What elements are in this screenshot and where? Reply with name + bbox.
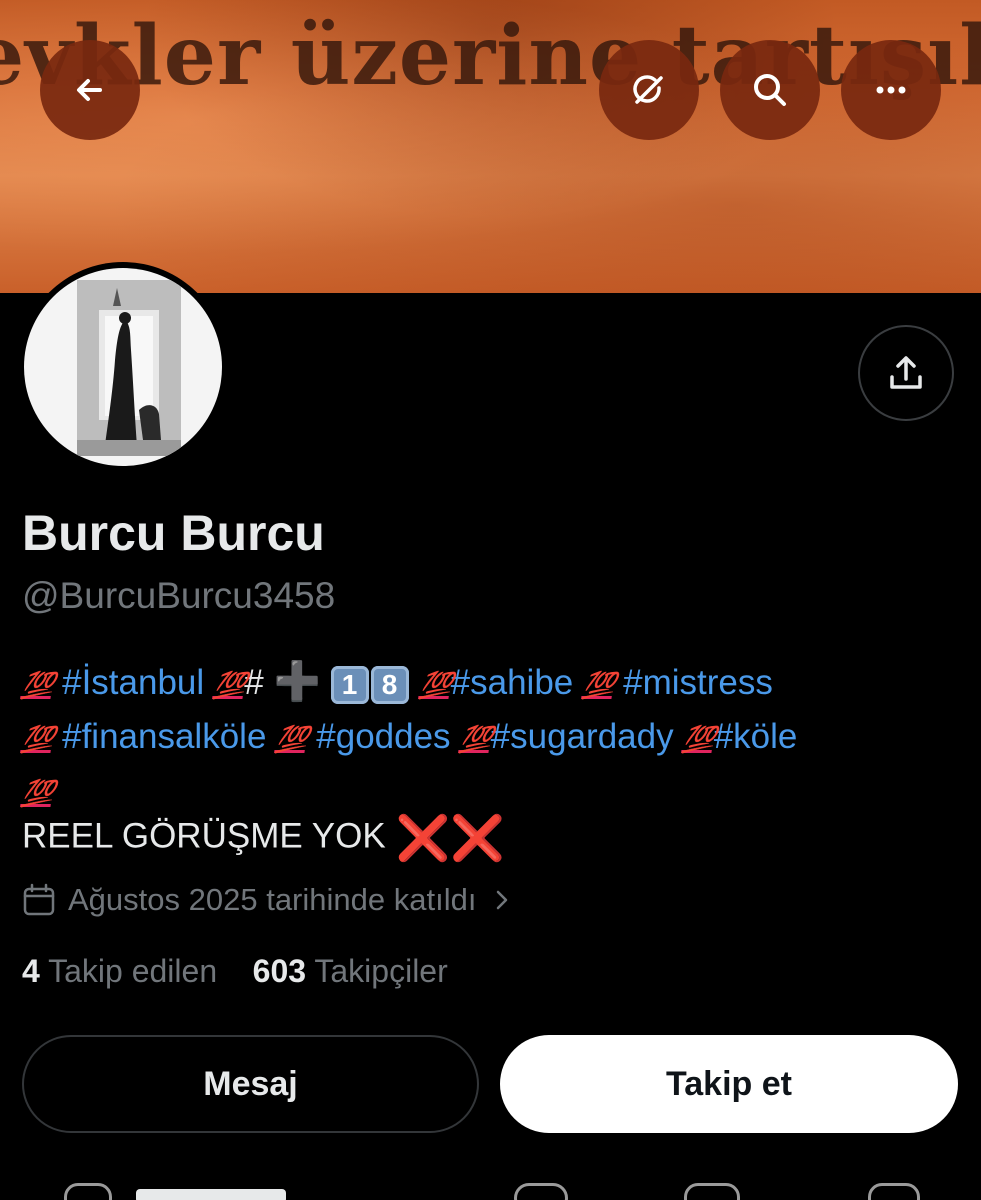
followers-link[interactable]: 603 Takipçiler xyxy=(253,953,448,989)
hundred-emoji-icon: 💯 xyxy=(19,670,55,700)
joined-text: Ağustos 2025 tarihinde katıldı xyxy=(68,882,477,917)
more-icon xyxy=(876,86,906,94)
plus-emoji-icon: ➕ xyxy=(273,661,321,703)
hashtag-link[interactable]: #köle xyxy=(714,717,798,756)
followers-label: Takipçiler xyxy=(314,953,448,989)
hashtag-link[interactable]: #finansalköle xyxy=(62,717,266,756)
search-icon xyxy=(754,74,786,106)
joined-date[interactable]: Ağustos 2025 tarihinde katıldı xyxy=(22,882,528,918)
banner-text: evkler üzerine tartışılma xyxy=(0,8,981,104)
keycap-eight-icon: 8 xyxy=(370,665,409,704)
message-button[interactable]: Mesaj xyxy=(22,1035,479,1133)
avatar-photo xyxy=(77,280,181,456)
calendar-icon xyxy=(23,883,55,916)
following-link[interactable]: 4 Takip edilen xyxy=(22,953,217,989)
profile-tab-bar xyxy=(0,1183,981,1200)
hundred-emoji-icon: 💯 xyxy=(19,724,55,754)
hashtag-link[interactable]: #mistress xyxy=(623,663,773,702)
search-button[interactable] xyxy=(720,40,820,140)
bio-line-1: 💯 #İstanbul 💯# ➕ 18 💯#sahibe 💯 #mistress xyxy=(20,656,967,711)
following-count: 4 xyxy=(22,953,40,989)
more-button[interactable] xyxy=(841,40,941,140)
profile-name: Burcu Burcu xyxy=(22,505,325,561)
back-arrow-icon xyxy=(77,79,102,101)
hashtag-link[interactable]: #goddes xyxy=(316,717,450,756)
profile-bio: 💯 #İstanbul 💯# ➕ 18 💯#sahibe 💯 #mistress… xyxy=(20,656,967,819)
cross-mark-icon: ❌ xyxy=(450,814,506,863)
avatar-image xyxy=(24,268,222,466)
hashtag-link[interactable]: #sugardady xyxy=(491,717,674,756)
reel-text: REEL GÖRÜŞME YOK xyxy=(22,816,386,856)
profile-handle: @BurcuBurcu3458 xyxy=(22,575,336,616)
hundred-emoji-icon: 💯 xyxy=(458,724,493,754)
follow-button[interactable]: Takip et xyxy=(500,1035,958,1133)
tab-label-fragment[interactable] xyxy=(136,1189,286,1200)
follow-stats: 4 Takip edilen 603 Takipçiler xyxy=(22,953,448,990)
tab-icon-fragment[interactable] xyxy=(64,1183,112,1200)
share-icon xyxy=(890,356,922,389)
profile-banner[interactable]: evkler üzerine tartışılma xyxy=(0,0,981,293)
tab-icon-fragment[interactable] xyxy=(684,1183,740,1200)
bio-reel-line: REEL GÖRÜŞME YOK ❌❌ xyxy=(22,812,505,864)
grok-icon xyxy=(633,75,663,104)
hundred-emoji-icon: 💯 xyxy=(274,724,309,754)
hundred-emoji-icon: 💯 xyxy=(580,670,616,700)
profile-avatar[interactable] xyxy=(18,262,228,472)
grok-button[interactable] xyxy=(599,40,699,140)
chevron-right-icon xyxy=(497,890,508,910)
keycap-one-icon: 1 xyxy=(330,665,369,704)
bio-line-2: 💯 #finansalköle 💯 #goddes 💯#sugardady 💯#… xyxy=(20,711,967,765)
share-button[interactable] xyxy=(858,325,954,421)
tab-icon-fragment[interactable] xyxy=(514,1183,568,1200)
hundred-emoji-icon: 💯 xyxy=(418,670,453,700)
hashtag-link[interactable]: #sahibe xyxy=(451,663,574,702)
hashtag-link[interactable]: #İstanbul xyxy=(62,663,204,702)
hundred-emoji-icon: 💯 xyxy=(211,670,247,700)
following-label: Takip edilen xyxy=(48,953,218,989)
hundred-emoji-icon: 💯 xyxy=(681,724,716,754)
cross-mark-icon: ❌ xyxy=(395,814,451,863)
hash-text: # xyxy=(244,663,264,702)
tab-icon-fragment[interactable] xyxy=(868,1183,920,1200)
followers-count: 603 xyxy=(252,953,307,989)
back-button[interactable] xyxy=(40,40,140,140)
bio-line-3: 💯 xyxy=(20,765,967,819)
